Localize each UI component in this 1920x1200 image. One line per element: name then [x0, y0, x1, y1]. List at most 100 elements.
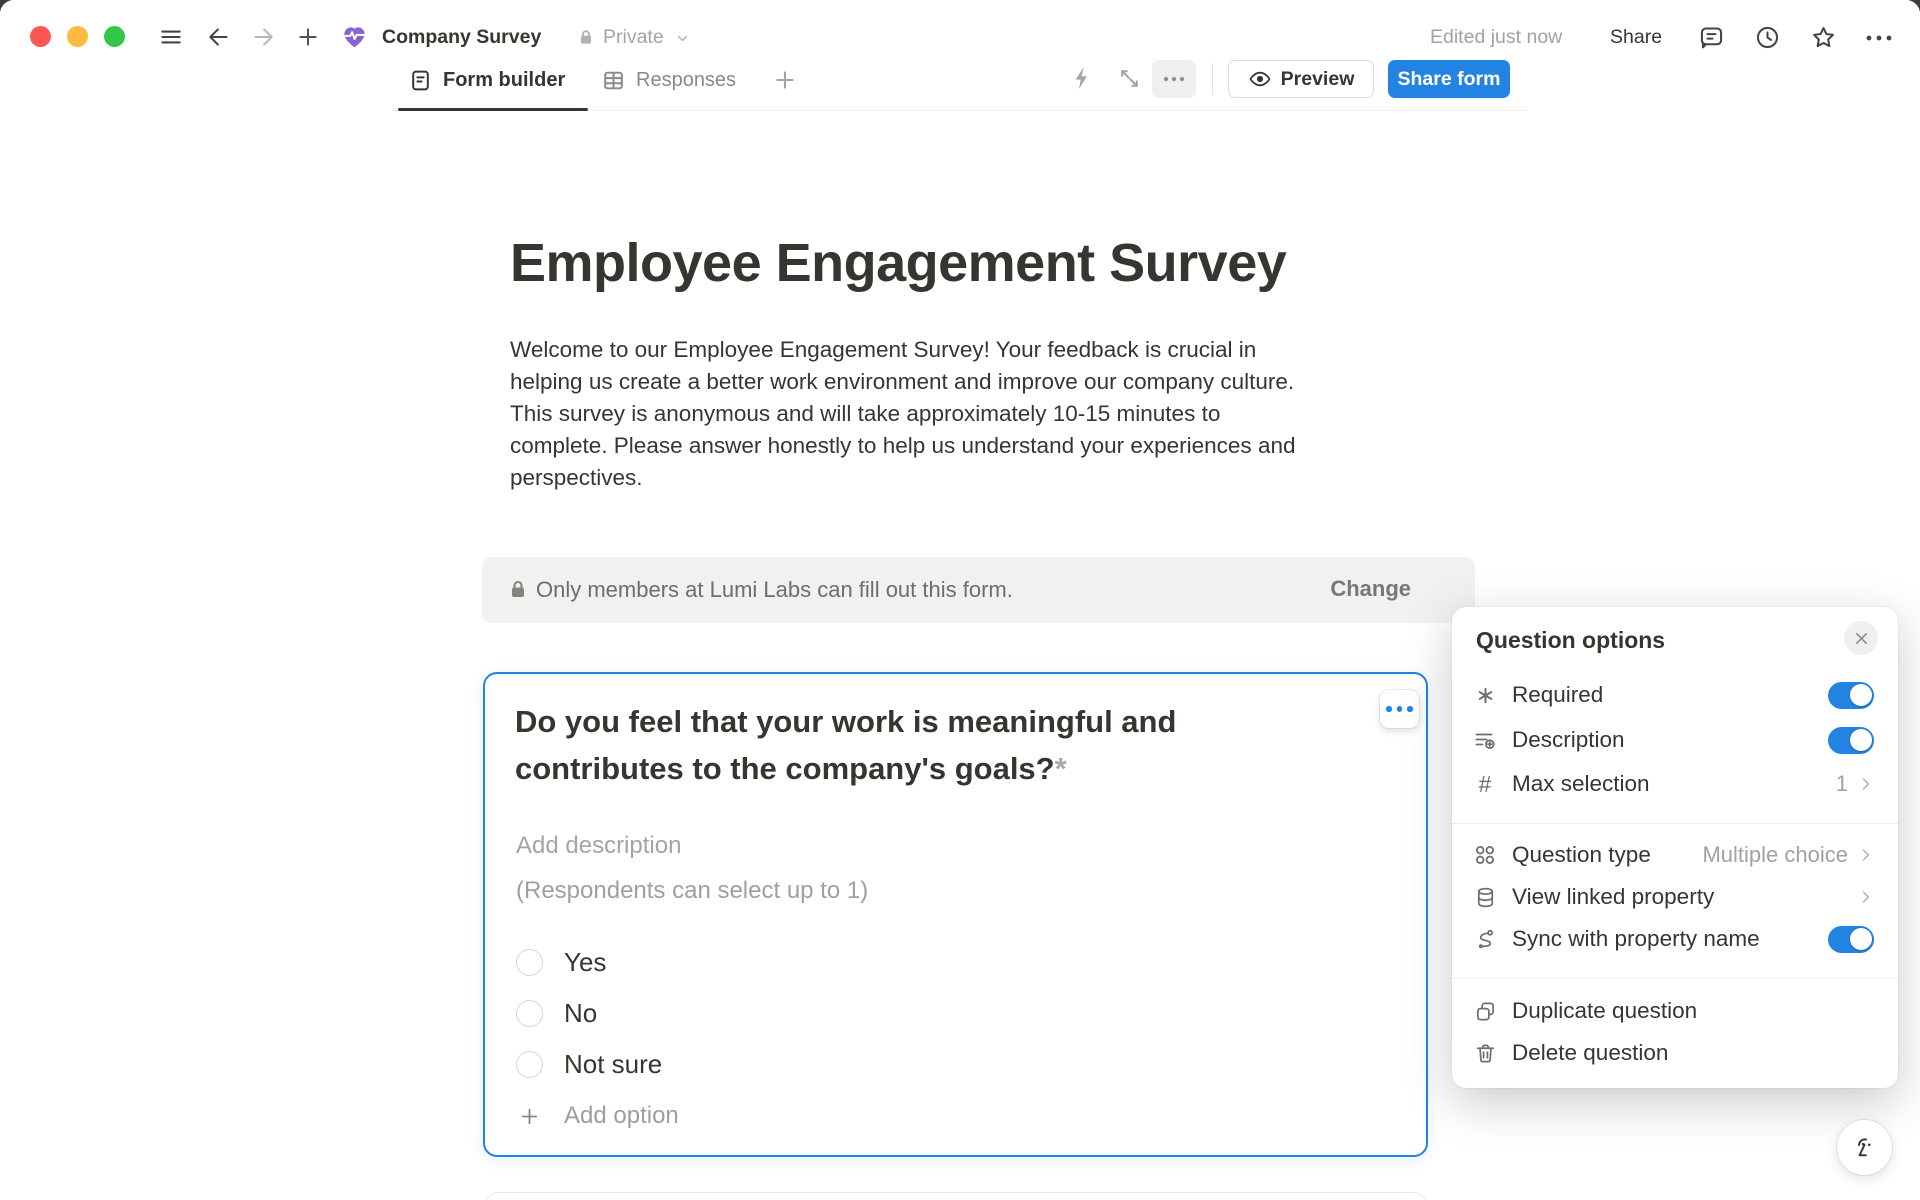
row-label: Sync with property name [1512, 926, 1760, 952]
automations-lightning-icon[interactable] [1068, 64, 1096, 92]
app-window: Company Survey Private Edited just now S… [0, 0, 1920, 1200]
page-heart-pulse-icon [340, 22, 369, 51]
description-line: This survey is anonymous and will take a… [510, 398, 1295, 430]
back-icon[interactable] [206, 24, 232, 50]
row-view-linked-property[interactable]: View linked property [1452, 875, 1898, 919]
row-required[interactable]: Required [1452, 673, 1898, 717]
row-max-selection[interactable]: # Max selection 1 [1452, 762, 1898, 806]
more-options-icon[interactable] [1864, 33, 1894, 43]
ai-face-icon [1851, 1134, 1879, 1162]
trash-icon [1472, 1042, 1498, 1065]
access-notice-bar: Only members at Lumi Labs can fill out t… [482, 557, 1475, 623]
description-line: complete. Please answer honestly to help… [510, 430, 1295, 462]
notion-ai-button[interactable] [1837, 1120, 1892, 1175]
question-card[interactable]: Do you feel that your work is meaningful… [483, 672, 1428, 1157]
row-label: Description [1512, 727, 1625, 753]
change-access-button[interactable]: Change [1330, 576, 1411, 602]
share-form-button[interactable]: Share form [1388, 60, 1510, 98]
close-window-button[interactable] [30, 26, 51, 47]
required-toggle[interactable] [1828, 682, 1874, 709]
active-tab-underline [398, 108, 588, 111]
chevron-right-icon [1858, 776, 1874, 792]
add-description-placeholder[interactable]: Add description [516, 832, 681, 860]
chevron-right-icon [1858, 847, 1874, 863]
popup-divider [1452, 823, 1898, 824]
description-line: helping us create a better work environm… [510, 366, 1295, 398]
add-option-row[interactable]: Add option [516, 1102, 679, 1130]
zoom-window-button[interactable] [104, 26, 125, 47]
option-row-yes[interactable]: Yes [516, 947, 606, 978]
row-duplicate-question[interactable]: Duplicate question [1452, 989, 1898, 1033]
tab-form-builder[interactable]: Form builder [408, 60, 565, 100]
titlebar: Company Survey Private Edited just now S… [0, 0, 1920, 58]
option-label[interactable]: No [564, 998, 597, 1029]
question-text-line1: Do you feel that your work is meaningful… [515, 704, 1176, 739]
toolbar-more-button[interactable] [1152, 60, 1196, 98]
hash-icon: # [1472, 771, 1498, 798]
next-question-card[interactable] [483, 1192, 1428, 1200]
form-description[interactable]: Welcome to our Employee Engagement Surve… [510, 334, 1295, 494]
radio-icon[interactable] [516, 1051, 543, 1078]
row-label: Duplicate question [1512, 998, 1697, 1024]
comments-icon[interactable] [1698, 24, 1725, 51]
duplicate-icon [1472, 1000, 1498, 1023]
option-row-not-sure[interactable]: Not sure [516, 1049, 662, 1080]
question-more-button[interactable] [1380, 690, 1419, 728]
tab-responses[interactable]: Responses [601, 60, 736, 100]
minimize-window-button[interactable] [67, 26, 88, 47]
history-clock-icon[interactable] [1754, 24, 1781, 51]
toolbar-divider [1212, 63, 1213, 95]
sidebar-menu-icon[interactable] [158, 24, 184, 50]
form-title[interactable]: Employee Engagement Survey [510, 232, 1286, 294]
description-line: perspectives. [510, 462, 1295, 494]
share-form-button-label: Share form [1398, 68, 1501, 91]
row-question-type[interactable]: Question type Multiple choice [1452, 833, 1898, 877]
option-label[interactable]: Not sure [564, 1049, 662, 1080]
forward-icon[interactable] [250, 24, 276, 50]
eye-icon [1248, 67, 1272, 91]
description-line: Welcome to our Employee Engagement Surve… [510, 334, 1295, 366]
popup-divider [1452, 978, 1898, 979]
lock-icon [506, 577, 530, 601]
row-description[interactable]: Description [1452, 718, 1898, 762]
database-icon [1472, 886, 1498, 909]
sync-toggle[interactable] [1828, 926, 1874, 953]
new-tab-icon[interactable] [295, 24, 321, 50]
row-delete-question[interactable]: Delete question [1452, 1031, 1898, 1075]
popup-close-button[interactable] [1844, 621, 1878, 655]
question-type-icon [1472, 843, 1498, 867]
expand-icon[interactable] [1116, 65, 1143, 92]
privacy-chevron-down-icon[interactable] [675, 31, 690, 46]
form-builder-doc-icon [408, 68, 433, 93]
breadcrumb-doc-title[interactable]: Company Survey [382, 25, 541, 49]
max-selection-value: 1 [1836, 771, 1848, 797]
access-notice-text: Only members at Lumi Labs can fill out t… [536, 577, 1013, 603]
row-label: Question type [1512, 842, 1651, 868]
row-label: Delete question [1512, 1040, 1668, 1066]
chevron-right-icon [1858, 889, 1874, 905]
row-sync-property-name[interactable]: Sync with property name [1452, 917, 1898, 961]
row-label: Max selection [1512, 771, 1650, 797]
preview-button[interactable]: Preview [1228, 60, 1374, 98]
privacy-label[interactable]: Private [603, 25, 664, 49]
share-button[interactable]: Share [1610, 25, 1662, 49]
asterisk-icon [1472, 685, 1498, 706]
option-label[interactable]: Yes [564, 947, 606, 978]
preview-button-label: Preview [1281, 68, 1355, 91]
option-row-no[interactable]: No [516, 998, 597, 1029]
question-text[interactable]: Do you feel that your work is meaningful… [515, 698, 1176, 792]
radio-icon[interactable] [516, 1000, 543, 1027]
private-lock-icon [576, 27, 596, 47]
plus-icon [516, 1105, 543, 1128]
required-asterisk: * [1055, 751, 1067, 786]
favorite-star-icon[interactable] [1810, 24, 1837, 51]
question-text-line2: contributes to the company's goals? [515, 751, 1055, 786]
description-toggle[interactable] [1828, 727, 1874, 754]
add-tab-plus-icon[interactable] [772, 67, 798, 93]
sync-curve-icon [1472, 928, 1498, 951]
add-option-label: Add option [564, 1102, 679, 1130]
row-label: Required [1512, 682, 1603, 708]
tab-form-builder-label: Form builder [443, 69, 565, 92]
selection-note: (Respondents can select up to 1) [516, 877, 868, 905]
radio-icon[interactable] [516, 949, 543, 976]
